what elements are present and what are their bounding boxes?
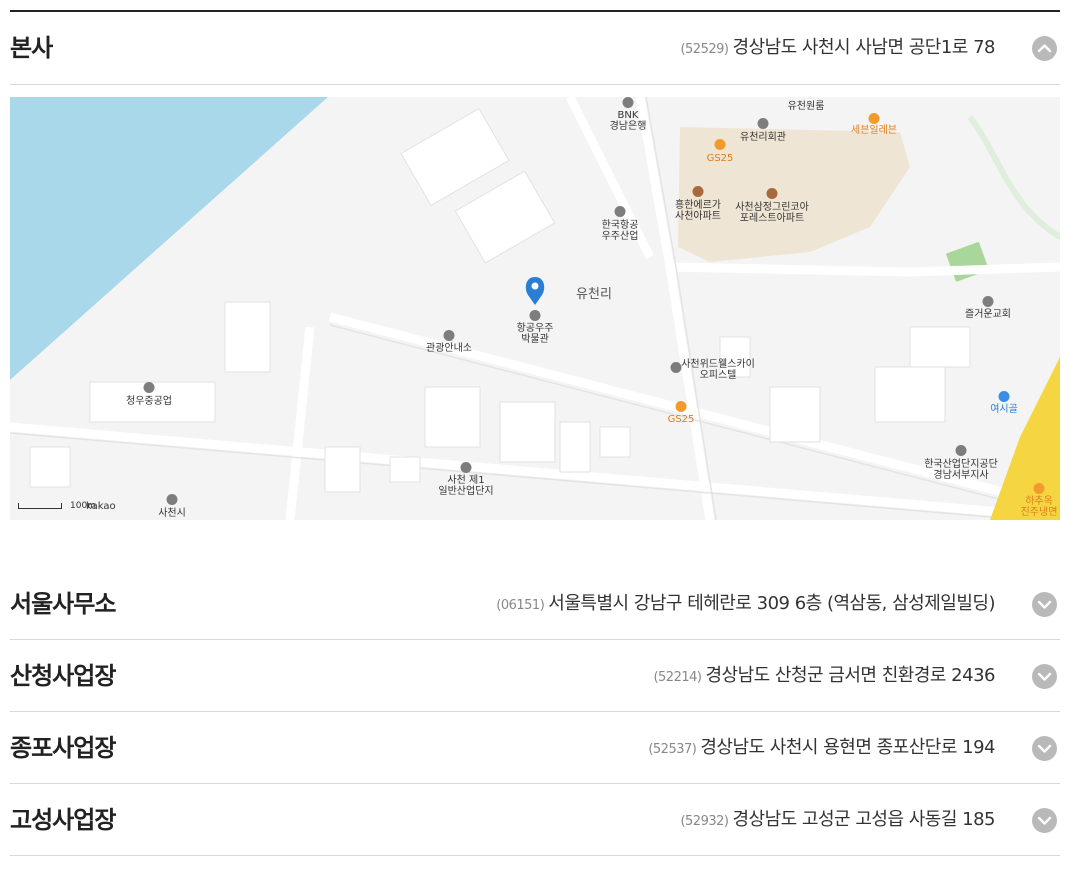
office-zip: (52529) [680, 42, 729, 57]
chevron-down-icon [1037, 672, 1052, 681]
building-icon [670, 362, 682, 373]
map-label-yuchon: 유천리 [576, 287, 612, 302]
church-icon [982, 296, 994, 307]
office-address-text: 서울특별시 강남구 테헤란로 309 6층 (역삼동, 삼성제일빌딩) [548, 593, 995, 614]
museum-icon [529, 310, 541, 321]
map-label-yeosigol: 여시골 [990, 404, 1018, 415]
convenience-store-icon [714, 139, 726, 150]
office-icon [955, 445, 967, 456]
office-name: 서울사무소 [10, 590, 116, 618]
factory-icon [143, 382, 155, 393]
office-list: 본사 (52529) 경상남도 사천시 사남면 공단1로 78 BNK 경남은행… [10, 10, 1060, 856]
map-label-cheongwoo: 청우중공업 [126, 396, 172, 407]
industrial-icon [460, 462, 472, 473]
office-address: (52214) 경상남도 산청군 금서면 친환경로 2436 [653, 640, 995, 714]
convenience-store-icon [675, 401, 687, 412]
map-label-heunghan: 흥한에르가 사천아파트 [675, 200, 721, 222]
collapse-toggle-button[interactable] [1032, 36, 1057, 61]
office-row-goseong[interactable]: 고성사업장 (52932) 경상남도 고성군 고성읍 사동길 185 [10, 784, 1060, 856]
office-row-jongpo[interactable]: 종포사업장 (52537) 경상남도 사천시 용현면 종포산단로 194 [10, 712, 1060, 784]
office-name: 고성사업장 [10, 806, 116, 834]
map-base [10, 97, 1060, 520]
convenience-store-icon [868, 113, 880, 124]
scale-bar [18, 502, 62, 509]
office-address: (52932) 경상남도 고성군 고성읍 사동길 185 [680, 784, 995, 858]
map-label-gs25-top: GS25 [706, 153, 734, 164]
expand-toggle-button[interactable] [1032, 808, 1057, 833]
office-name: 본사 [10, 34, 53, 62]
expand-toggle-button[interactable] [1032, 592, 1057, 617]
chevron-up-icon [1037, 44, 1052, 53]
map-label-kicox: 한국산업단지공단 경남서부지사 [924, 459, 998, 481]
office-address: (52529) 경상남도 사천시 사남면 공단1로 78 [680, 12, 995, 86]
map-label-yuchon-hall: 유천리회관 [740, 132, 786, 143]
map-label-museum: 항공우주 박물관 [516, 323, 554, 345]
chevron-down-icon [1037, 744, 1052, 753]
office-zip: (52537) [648, 742, 697, 757]
office-zip: (06151) [496, 598, 545, 613]
office-address: (06151) 서울특별시 강남구 테헤란로 309 6층 (역삼동, 삼성제일빌… [496, 568, 995, 642]
hall-icon [757, 118, 769, 129]
map-label-kai: 한국항공 우주산업 [601, 220, 639, 242]
office-zip: (52932) [680, 814, 729, 829]
map-label-tour-info: 관광안내소 [426, 343, 472, 354]
map-label-yuchon-won: 유천원룸 [787, 101, 825, 112]
apartment-icon [766, 188, 778, 199]
map-label-sacheon: 사천시 [158, 508, 186, 519]
chevron-down-icon [1037, 600, 1052, 609]
office-row-hq[interactable]: 본사 (52529) 경상남도 사천시 사남면 공단1로 78 [10, 12, 1060, 85]
bank-icon [622, 97, 634, 108]
map-label-bnk: BNK 경남은행 [609, 110, 647, 132]
office-address-text: 경상남도 사천시 사남면 공단1로 78 [732, 37, 995, 58]
expand-toggle-button[interactable] [1032, 664, 1057, 689]
chevron-down-icon [1037, 816, 1052, 825]
map-label-hachuok: 하추옥 진주냉면 [1020, 496, 1058, 518]
office-name: 종포사업장 [10, 734, 116, 762]
office-address-text: 경상남도 사천시 용현면 종포산단로 194 [700, 737, 995, 758]
park-icon [998, 391, 1010, 402]
location-map[interactable]: BNK 경남은행 유천원룸 세븐일레븐 유천리회관 GS25 흥한에르가 사천아파트… [10, 97, 1060, 520]
map-label-industrial-complex: 사천 제1 일반산업단지 [438, 475, 494, 497]
map-label-samjeong: 사천삼정그린코아 포레스트아파트 [735, 202, 809, 224]
map-label-seven-eleven: 세븐일레븐 [851, 125, 897, 136]
company-icon [614, 206, 626, 217]
expand-toggle-button[interactable] [1032, 736, 1057, 761]
office-row-sancheong[interactable]: 산청사업장 (52214) 경상남도 산청군 금서면 친환경로 2436 [10, 640, 1060, 712]
city-hall-icon [166, 494, 178, 505]
apartment-icon [692, 186, 704, 197]
office-row-seoul[interactable]: 서울사무소 (06151) 서울특별시 강남구 테헤란로 309 6층 (역삼동,… [10, 568, 1060, 640]
info-icon [443, 330, 455, 341]
restaurant-icon [1033, 483, 1045, 494]
office-address: (52537) 경상남도 사천시 용현면 종포산단로 194 [648, 712, 995, 786]
map-label-skyview: 사천위드웰스카이 오피스텔 [681, 359, 755, 381]
map-brand-logo: kakao [86, 501, 116, 512]
map-label-church: 즐거운교회 [965, 309, 1011, 320]
map-label-gs25-mid: GS25 [667, 414, 695, 425]
office-address-text: 경상남도 고성군 고성읍 사동길 185 [732, 809, 995, 830]
office-name: 산청사업장 [10, 662, 116, 690]
office-address-text: 경상남도 산청군 금서면 친환경로 2436 [705, 665, 995, 686]
office-zip: (52214) [653, 670, 702, 685]
map-scale: 100m [18, 501, 96, 511]
